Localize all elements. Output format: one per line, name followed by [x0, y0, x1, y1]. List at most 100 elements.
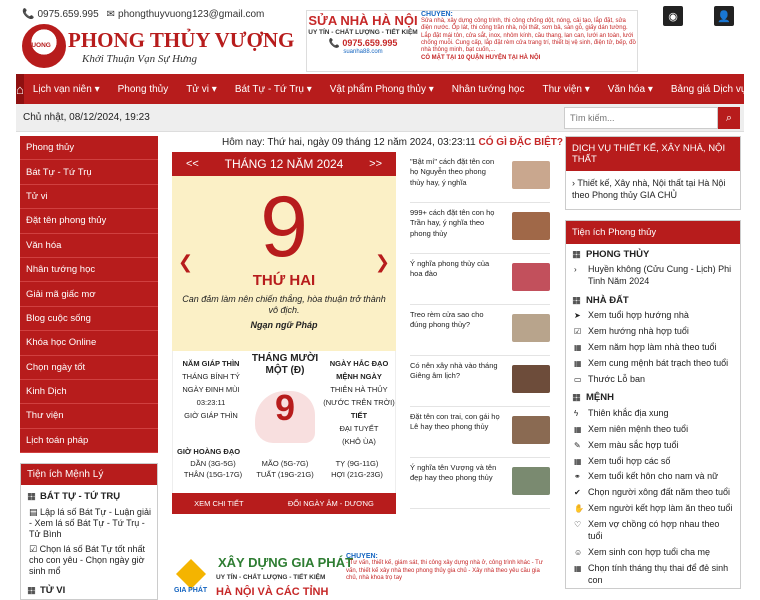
- left-util-box: Tiện ích Mệnh Lý ▦ BÁT TỰ - TỨ TRỤ ▤ Lập …: [20, 463, 158, 600]
- left-util-link[interactable]: ▤ Lập lá số Bát Tự - Luận giải - Xem lá …: [21, 505, 157, 542]
- ruler-icon: ▭: [574, 374, 582, 384]
- home-icon[interactable]: ⌂: [16, 74, 24, 104]
- banner-right: CHUYÊN: Sửa nhà, xây dựng công trình, th…: [421, 11, 636, 62]
- util-link[interactable]: ☑ Xem hướng nhà hợp tuổi: [566, 324, 740, 340]
- util-link[interactable]: ➤ Xem tuổi hợp hướng nhà: [566, 308, 740, 324]
- news-item[interactable]: 999+ cách đặt tên con họ Trần hay, ý ngh…: [410, 203, 550, 254]
- check-icon: ☑: [574, 326, 582, 336]
- left-menu-item[interactable]: Chọn ngày tốt: [20, 355, 158, 380]
- ad-banner-sua-nha[interactable]: SỬA NHÀ HÀ NỘI UY TÍN - CHẤT LƯỢNG - TIẾ…: [306, 10, 638, 72]
- good-hour: TỴ (9G-11G): [335, 459, 379, 468]
- left-menu-item[interactable]: Bát Tự - Tứ Trụ: [20, 160, 158, 185]
- nav-thu-vien[interactable]: Thư viện ▾: [534, 84, 599, 95]
- util-link[interactable]: ▦ Xem tuổi hợp các số: [566, 453, 740, 469]
- util-section: ▦ MỆNH: [572, 392, 614, 404]
- special-link[interactable]: CÓ GÌ ĐẶC BIỆT?: [479, 137, 563, 148]
- nav-lich-van-nien[interactable]: Lịch vạn niên ▾: [24, 84, 109, 95]
- news-thumbnail: [512, 314, 550, 342]
- nav-bat-tu[interactable]: Bát Tự - Tứ Trụ ▾: [226, 84, 321, 95]
- news-item[interactable]: Đặt tên con trai, con gái họ Lê hay theo…: [410, 407, 550, 458]
- util-link[interactable]: ▦ Xem cung mệnh bát trạch theo tuổi: [566, 355, 740, 371]
- prev-month-button[interactable]: <<: [186, 158, 199, 170]
- util-link[interactable]: ✔ Chọn người xông đất năm theo tuổi: [566, 485, 740, 501]
- left-sidebar: Phong thủy Bát Tự - Tứ Trụ Tử vi Đặt tên…: [20, 136, 158, 600]
- calendar-widget: << THÁNG 12 NĂM 2024 >> ❮ ❯ 9 THỨ HAI Ca…: [172, 152, 396, 514]
- news-item[interactable]: Ý nghĩa tên Vượng và tên đẹp hay theo ph…: [410, 458, 550, 509]
- util-link[interactable]: ▦ Xem niên mệnh theo tuổi: [566, 421, 740, 437]
- news-thumbnail: [512, 365, 550, 393]
- site-logo[interactable]: VUONG PHONG THỦY VƯỢNG Khởi Thuận Vạn Sự…: [22, 24, 294, 70]
- view-detail-button[interactable]: XEM CHI TIẾT: [194, 499, 243, 508]
- left-menu-item[interactable]: Đặt tên phong thủy: [20, 209, 158, 234]
- mail-icon: ✉: [106, 9, 116, 20]
- left-menu-item[interactable]: Nhân tướng học: [20, 257, 158, 283]
- news-thumbnail: [512, 467, 550, 495]
- check-icon: ☑: [29, 544, 40, 555]
- nav-nhan-tuong[interactable]: Nhân tướng học: [443, 84, 534, 95]
- nav-vat-pham[interactable]: Vật phẩm Phong thủy ▾: [321, 84, 443, 95]
- search-box: ⌕: [564, 107, 740, 129]
- left-menu-item[interactable]: Phong thủy: [20, 136, 158, 161]
- table-icon: ▦: [574, 424, 582, 434]
- user-icon[interactable]: 👤: [714, 6, 734, 26]
- heart-icon: ♡: [574, 520, 582, 530]
- grid-icon: ▦: [572, 294, 581, 306]
- phone-contact[interactable]: 📞 0975.659.995: [22, 9, 99, 20]
- ad-banner-gia-phat[interactable]: GIA PHÁT XÂY DỰNG GIA PHÁT UY TÍN - CHẤT…: [172, 553, 550, 600]
- left-menu-item[interactable]: Giải mã giấc mơ: [20, 282, 158, 307]
- banner-left: SỬA NHÀ HÀ NỘI UY TÍN - CHẤT LƯỢNG - TIẾ…: [308, 13, 418, 55]
- logo-slogan: Khởi Thuận Vạn Sự Hưng: [82, 53, 198, 65]
- news-item[interactable]: Có nên xây nhà vào tháng Giêng âm lịch?: [410, 356, 550, 407]
- left-menu-item[interactable]: Lịch toán pháp: [20, 428, 158, 454]
- left-menu-item[interactable]: Khóa học Online: [20, 331, 158, 356]
- news-item[interactable]: Treo rèm cửa sao cho đúng phong thủy?: [410, 305, 550, 356]
- news-item[interactable]: Ý nghĩa phong thủy của hoa đào: [410, 254, 550, 305]
- util-link[interactable]: ☺ Xem sinh con hợp tuổi cha mẹ: [566, 545, 740, 561]
- search-input[interactable]: [564, 107, 718, 129]
- nav-tu-vi[interactable]: Tử vi ▾: [177, 84, 226, 95]
- check-icon: ✔: [574, 488, 581, 498]
- left-util-section: ▦ BÁT TỰ - TỨ TRỤ: [27, 491, 121, 503]
- logo-title: PHONG THỦY VƯỢNG: [68, 28, 295, 52]
- lunar-panel: NĂM GIÁP THÌN THÁNG BÍNH TÝ NGÀY ĐINH MÙ…: [172, 351, 396, 493]
- util-link[interactable]: ϟ Thiên khắc địa xung: [566, 405, 740, 421]
- left-util-section: ▦ TỬ VI: [27, 585, 66, 597]
- left-menu-item[interactable]: Thư viện: [20, 404, 158, 429]
- next-month-button[interactable]: >>: [369, 158, 382, 170]
- table-icon: ▦: [574, 342, 582, 352]
- right-sidebar: DỊCH VỤ THIẾT KẾ, XÂY NHÀ, NỘI THẤT › Th…: [565, 136, 741, 599]
- nav-bang-gia[interactable]: Bảng giá Dịch vụ: [662, 84, 756, 95]
- email-contact[interactable]: ✉ phongthuyvuong123@gmail.com: [107, 9, 265, 20]
- util-link[interactable]: ▭ Thước Lỗ ban: [566, 371, 740, 387]
- rss-icon[interactable]: ◉: [663, 6, 683, 26]
- left-menu-item[interactable]: Kinh Dịch: [20, 379, 158, 405]
- convert-date-button[interactable]: ĐỔI NGÀY ÂM - DƯƠNG: [288, 499, 374, 508]
- calendar-footer: XEM CHI TIẾT ĐỔI NGÀY ÂM - DƯƠNG: [172, 493, 396, 514]
- service-link[interactable]: › Thiết kế, Xây nhà, Nội thất tại Hà Nội…: [566, 171, 740, 209]
- baby-icon: ☺: [574, 547, 583, 557]
- util-link[interactable]: ✎ Xem màu sắc hợp tuổi: [566, 437, 740, 453]
- util-link[interactable]: ✋ Xem người kết hợp làm ăn theo tuổi: [566, 501, 740, 517]
- util-link[interactable]: ♡ Xem vợ chồng có hợp nhau theo tuổi: [566, 517, 740, 545]
- news-item[interactable]: "Bật mí" cách đặt tên con họ Nguyễn theo…: [410, 152, 550, 203]
- calendar-header: << THÁNG 12 NĂM 2024 >>: [172, 152, 396, 176]
- left-menu-item[interactable]: Văn hóa: [20, 233, 158, 258]
- util-link[interactable]: ⚭ Xem tuổi kết hôn cho nam và nữ: [566, 469, 740, 485]
- good-hour: DẦN (3G-5G): [190, 459, 236, 468]
- nav-phong-thuy[interactable]: Phong thủy: [109, 84, 178, 95]
- util-link[interactable]: › Huyền không (Cửu Cung - Lịch) Phi Tinh …: [566, 262, 740, 290]
- util-section: ▦ NHÀ ĐẤT: [572, 294, 629, 306]
- left-util-link[interactable]: ☑ Chọn lá số Bát Tự tốt nhất cho con yêu…: [21, 542, 157, 579]
- util-link[interactable]: ▦ Chọn tính tháng thụ thai để đẻ sinh con: [566, 561, 740, 589]
- search-icon[interactable]: ⌕: [718, 107, 740, 129]
- banner-phone: 📞 0975.659.995: [328, 38, 398, 48]
- grid-icon: ▦: [572, 249, 581, 260]
- nav-van-hoa[interactable]: Văn hóa ▾: [599, 84, 662, 95]
- util-link[interactable]: ▦ Xem năm hợp làm nhà theo tuổi: [566, 340, 740, 356]
- gia-phat-logo: [176, 559, 206, 589]
- left-menu-item[interactable]: Blog cuộc sống: [20, 306, 158, 332]
- news-thumbnail: [512, 416, 550, 444]
- left-menu-item[interactable]: Tử vi: [20, 184, 158, 210]
- fengshui-util-box: Tiện ích Phong thủy ▦ PHONG THỦY › Huyền k…: [565, 220, 741, 590]
- service-heading: DỊCH VỤ THIẾT KẾ, XÂY NHÀ, NỘI THẤT: [566, 137, 740, 171]
